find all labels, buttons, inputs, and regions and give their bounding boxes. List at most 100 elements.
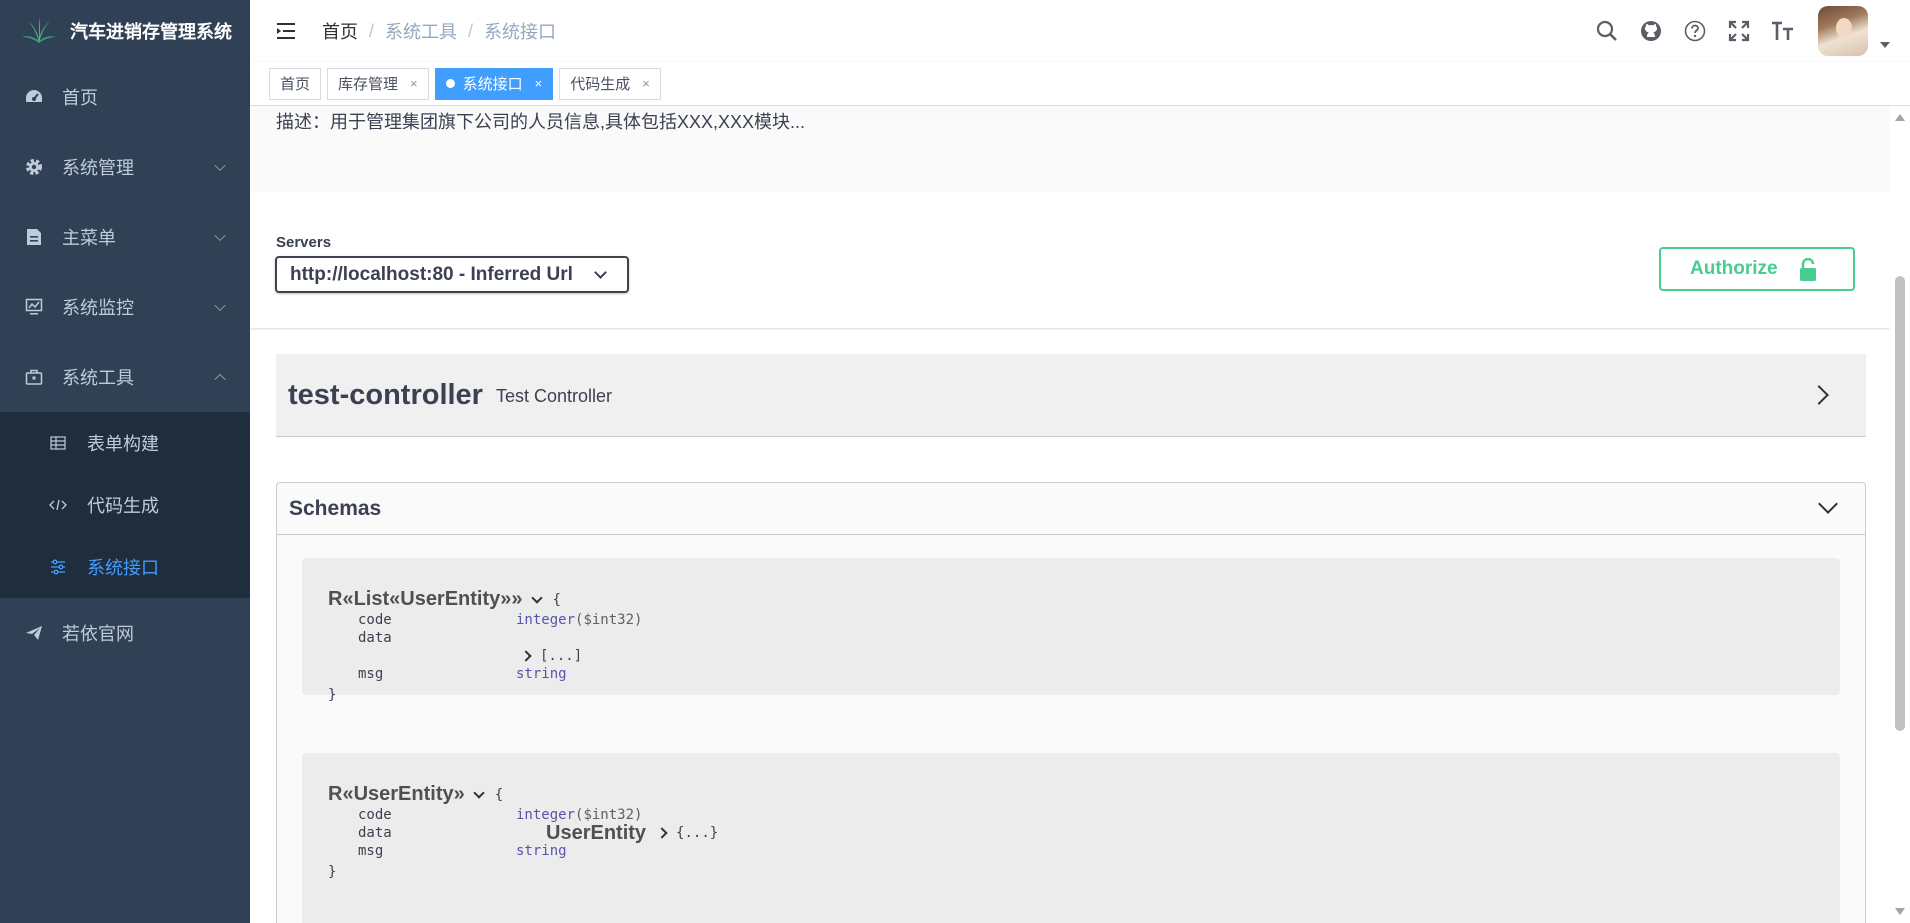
scrollbar-thumb[interactable]: [1895, 276, 1905, 731]
fullscreen-icon[interactable]: [1726, 18, 1752, 44]
close-icon[interactable]: ×: [642, 76, 650, 91]
logo-icon: [22, 17, 56, 43]
hamburger-icon[interactable]: [270, 15, 302, 47]
tag-system-api[interactable]: 系统接口 ×: [434, 67, 554, 100]
toolbox-icon: [24, 367, 44, 387]
api-description: 描述：用于管理集团旗下公司的人员信息,具体包括XXX,XXX模块...: [276, 112, 806, 132]
breadcrumb-separator: /: [468, 20, 474, 41]
tag-label: 系统接口: [462, 76, 523, 93]
logo-text: 汽车进销存管理系统: [70, 22, 232, 42]
menu-item-system-tools[interactable]: 系统工具: [0, 342, 250, 412]
sub-item-label: 系统接口: [87, 558, 159, 578]
breadcrumb-separator: /: [369, 20, 375, 41]
inner-model-toggle[interactable]: UserEntity {...}: [546, 823, 719, 843]
model-box: R«UserEntity» { code integer($int32) dat…: [302, 753, 1840, 923]
property-row: msg string: [328, 842, 1840, 860]
property-name: code: [358, 612, 392, 628]
model-name[interactable]: R«UserEntity»: [328, 783, 465, 806]
avatar[interactable]: [1818, 6, 1868, 56]
chevron-down-icon[interactable]: [530, 591, 543, 604]
sidebar: 汽车进销存管理系统 首页 系统管理 主菜单 系统监控 系统工具 表单构建 代码生…: [0, 0, 250, 923]
table-icon: [49, 434, 67, 452]
gear-icon: [24, 157, 44, 177]
close-icon[interactable]: ×: [535, 76, 543, 91]
sub-item-label: 代码生成: [87, 496, 159, 516]
menu-item-ruoyi-site[interactable]: 若依官网: [0, 598, 250, 668]
document-icon: [24, 227, 44, 247]
chevron-down-icon: [1818, 494, 1838, 514]
schemas-header[interactable]: Schemas: [277, 483, 1865, 535]
active-dot-icon: [445, 79, 455, 88]
property-row: UserEntity {...}: [328, 823, 1840, 843]
scroll-down-arrow-icon[interactable]: [1895, 908, 1905, 915]
logo[interactable]: 汽车进销存管理系统: [0, 0, 250, 62]
chevron-right-icon: [656, 827, 668, 839]
help-icon[interactable]: [1682, 18, 1708, 44]
avatar-face: [1836, 18, 1852, 38]
breadcrumb: 首页 / 系统工具 / 系统接口: [322, 18, 556, 44]
sub-item-code-gen[interactable]: 代码生成: [0, 474, 250, 536]
menu-item-main-menu[interactable]: 主菜单: [0, 202, 250, 272]
inner-model-toggle[interactable]: [...]: [516, 647, 582, 665]
property-type: integer($int32): [516, 611, 642, 629]
servers-label: Servers: [276, 234, 332, 251]
breadcrumb-item[interactable]: 首页: [322, 18, 358, 44]
unlock-icon: [1799, 257, 1817, 288]
open-brace: {: [494, 786, 504, 803]
tag-name: test-controller: [288, 378, 483, 411]
menu-item-system-management[interactable]: 系统管理: [0, 132, 250, 202]
sub-item-label: 表单构建: [87, 434, 159, 454]
inner-model-collapsed: {...}: [676, 825, 719, 841]
property-name: code: [358, 807, 392, 823]
model-title: R«List«UserEntity»» {: [328, 588, 1840, 611]
caret-down-icon[interactable]: [1880, 42, 1890, 48]
chevron-down-icon[interactable]: [473, 786, 485, 799]
navbar: 首页 / 系统工具 / 系统接口: [250, 0, 1910, 62]
font-size-icon[interactable]: [1770, 18, 1796, 44]
tag-inventory[interactable]: 库存管理 ×: [327, 67, 429, 100]
chevron-right-icon: [1809, 385, 1829, 405]
property-row: msg string: [328, 665, 1840, 683]
monitor-icon: [24, 297, 44, 317]
open-brace: {: [552, 591, 561, 608]
menu-item-home[interactable]: 首页: [0, 62, 250, 132]
chevron-up-icon: [214, 373, 226, 386]
close-icon[interactable]: ×: [410, 76, 418, 91]
sub-item-form-build[interactable]: 表单构建: [0, 412, 250, 474]
type-name: integer: [516, 807, 576, 823]
property-type: string: [516, 843, 567, 859]
property-type: string: [516, 666, 567, 682]
close-brace: }: [328, 687, 337, 703]
chevron-down-icon: [594, 266, 607, 279]
chevron-down-icon: [214, 299, 226, 312]
inner-model-collapsed: [...]: [540, 648, 583, 664]
property-row: [...]: [328, 647, 1840, 665]
breadcrumb-item: 系统工具: [385, 22, 458, 42]
model-title: R«UserEntity» {: [328, 783, 1840, 806]
menu-item-system-monitor[interactable]: 系统监控: [0, 272, 250, 342]
paper-plane-icon: [24, 623, 44, 643]
tag-code-gen[interactable]: 代码生成 ×: [559, 67, 661, 100]
property-row: code integer($int32): [328, 611, 1840, 629]
opblock-tag-test-controller[interactable]: test-controller Test Controller: [276, 354, 1866, 437]
github-icon[interactable]: [1638, 18, 1664, 44]
menu-item-label: 首页: [62, 88, 98, 108]
chevron-right-icon: [520, 650, 532, 662]
scrollbar[interactable]: [1890, 106, 1910, 923]
close-brace: }: [328, 864, 337, 880]
server-select[interactable]: http://localhost:80 - Inferred Url: [275, 256, 629, 293]
scroll-up-arrow-icon[interactable]: [1895, 114, 1905, 121]
server-select-value: http://localhost:80 - Inferred Url: [290, 263, 573, 285]
tag-home[interactable]: 首页: [269, 67, 322, 100]
submenu-system-tools: 表单构建 代码生成 系统接口: [0, 412, 250, 598]
model-name[interactable]: R«List«UserEntity»»: [328, 588, 523, 611]
property-name: msg: [358, 843, 384, 859]
authorize-button[interactable]: Authorize: [1659, 247, 1855, 291]
type-name: integer: [516, 612, 576, 628]
menu-item-label: 系统监控: [62, 298, 134, 318]
property-name: msg: [358, 666, 384, 682]
tag-description: Test Controller: [495, 385, 613, 406]
chevron-down-icon: [214, 159, 226, 172]
search-icon[interactable]: [1594, 18, 1620, 44]
sub-item-system-api[interactable]: 系统接口: [0, 536, 250, 598]
